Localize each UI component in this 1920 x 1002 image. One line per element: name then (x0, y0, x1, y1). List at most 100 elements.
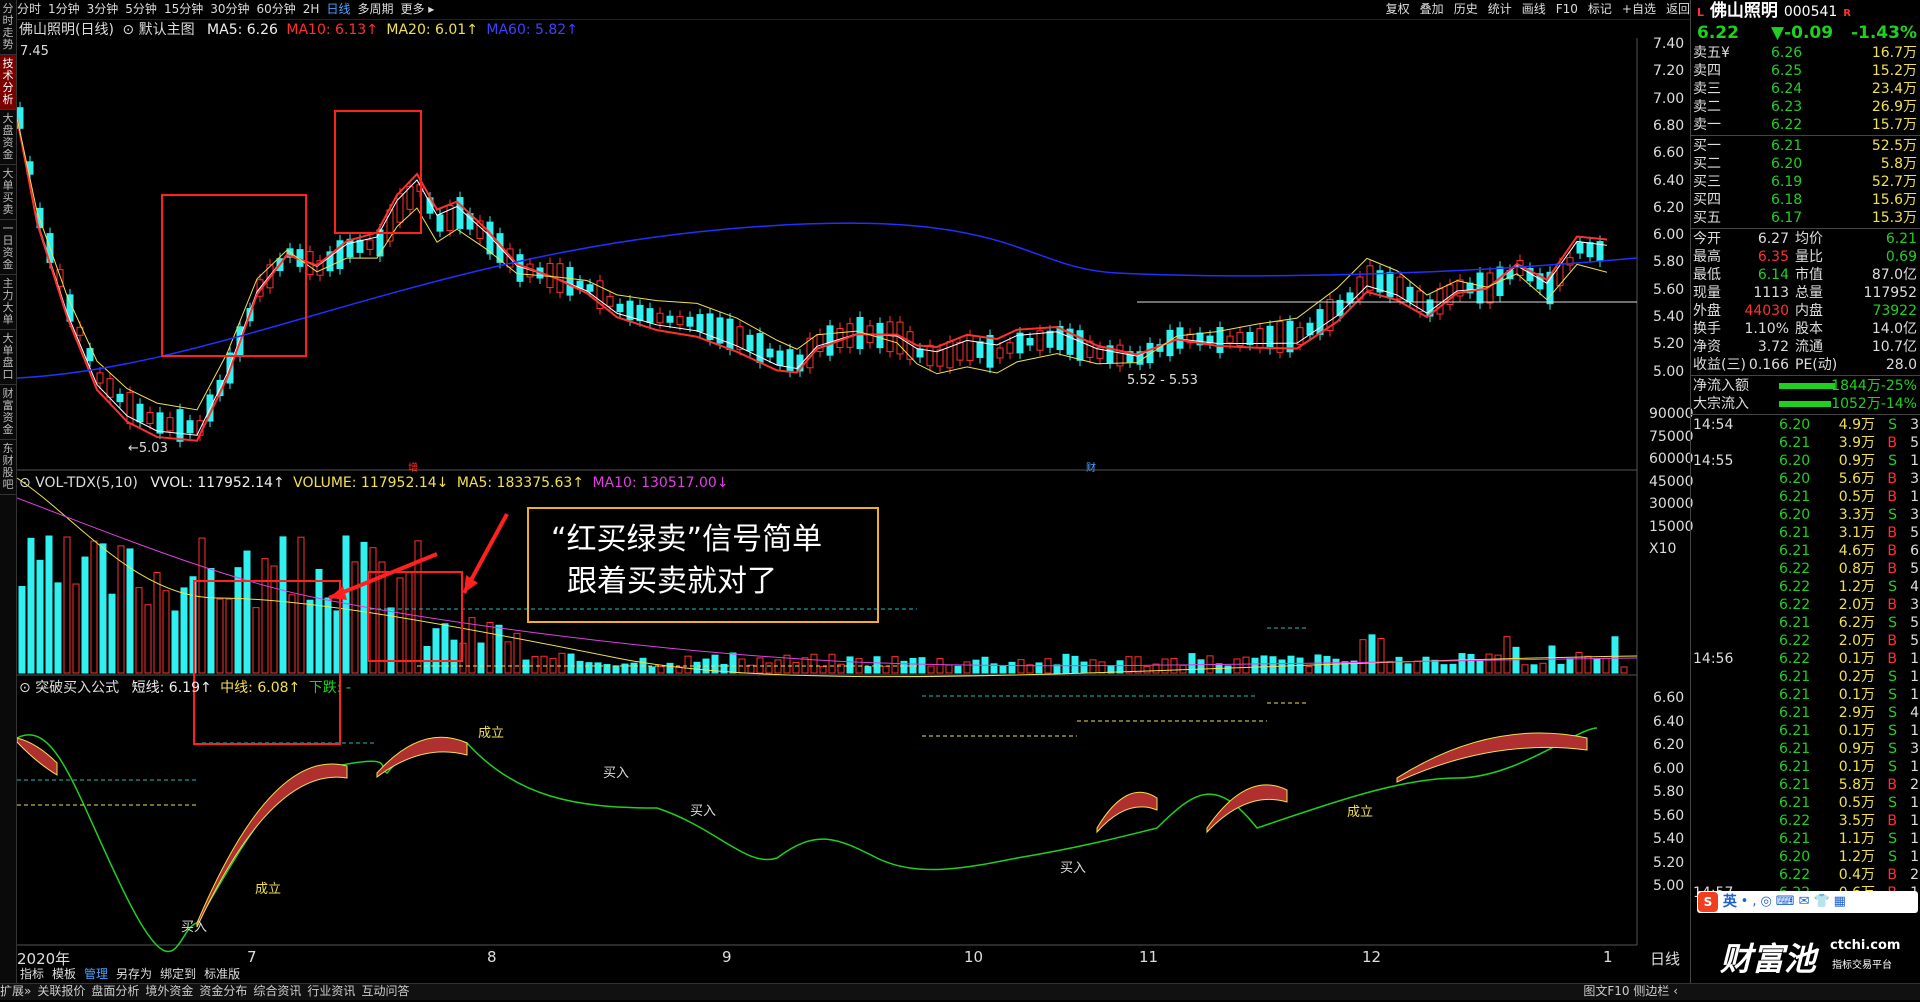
event-mark-zeng[interactable]: 增 (408, 459, 418, 474)
period-tab-7[interactable]: 60分钟 (257, 2, 296, 16)
left-tab-1[interactable]: 分时走势 (0, 0, 16, 55)
toolbar-action-5[interactable]: 画线 (1522, 2, 1546, 16)
tick-side: B (1887, 489, 1897, 505)
buy-level-row[interactable]: 买五 6.17 15.3万 (1691, 209, 1920, 227)
left-tab-3[interactable]: 大盘资金 (0, 110, 16, 165)
volume-legend: ⊙ VOL-TDX(5,10) VVOL: 117952.14↑ VOLUME:… (19, 474, 733, 492)
period-axis-label[interactable]: 日线 (1650, 948, 1680, 969)
candle-body (936, 349, 944, 367)
sell-level-row[interactable]: 卖二 6.23 26.9万 (1691, 98, 1920, 116)
toolbar-action-7[interactable]: 标记 (1588, 2, 1612, 16)
period-tab-8[interactable]: 2H (303, 2, 320, 16)
left-tab-5[interactable]: 一日资金 (0, 220, 16, 275)
buy-level-row[interactable]: 买四 6.18 15.6万 (1691, 191, 1920, 209)
ime-mode-label[interactable]: 英 (1723, 894, 1737, 910)
buy-level-price: 6.19 (1771, 174, 1803, 190)
ime-tools-icon[interactable]: •,◎⌨✉👕▦ (1741, 894, 1850, 909)
toolbar-action-6[interactable]: F10 (1556, 2, 1578, 16)
volume-bar (684, 655, 692, 674)
template-label[interactable]: ⊙ 默认主图 (122, 22, 198, 38)
volume-bar (819, 666, 827, 674)
stat-label: 今开 (1693, 231, 1721, 247)
period-tab-11[interactable]: 更多 ▸ (400, 2, 434, 16)
bottom-link-8[interactable]: 互动问答 (361, 984, 409, 998)
candle-body (646, 308, 654, 323)
tick-volume: 0.9万 (1838, 453, 1875, 469)
sell-level-row[interactable]: 卖四 6.25 15.2万 (1691, 62, 1920, 80)
tick-price: 6.22 (1779, 813, 1811, 829)
sub-tool-3[interactable]: 管理 (84, 967, 108, 981)
sub-tool-2[interactable]: 模板 (52, 967, 76, 981)
toolbar-action-8[interactable]: +自选 (1622, 2, 1656, 16)
tick-count: 3 (1910, 741, 1919, 757)
toolbar-action-1[interactable]: 复权 (1386, 2, 1410, 16)
buy-level-row[interactable]: 买二 6.20 5.8万 (1691, 155, 1920, 173)
sell-level-row[interactable]: 卖三 6.24 23.4万 (1691, 80, 1920, 98)
bottom-link-6[interactable]: 综合资讯 (253, 984, 301, 998)
sub-tool-5[interactable]: 绑定到 (160, 967, 196, 981)
left-tab-8[interactable]: 财富资金 (0, 385, 16, 440)
ime-toolbar[interactable]: S 英 •,◎⌨✉👕▦ (1697, 891, 1918, 913)
axis-tick-label: 45000 (1649, 473, 1694, 490)
sell-level-row[interactable]: 卖一 6.22 15.7万 (1691, 116, 1920, 134)
toolbar-action-2[interactable]: 叠加 (1420, 2, 1444, 16)
bottom-link-2[interactable]: 关联报价 (37, 984, 85, 998)
volume-bar (342, 535, 350, 674)
bottom-link-5[interactable]: 资金分布 (199, 984, 247, 998)
toolbar-action-3[interactable]: 历史 (1454, 2, 1478, 16)
left-tab-9[interactable]: 东财股吧 (0, 440, 16, 495)
sub-tool-4[interactable]: 另存为 (116, 967, 152, 981)
left-vertical-tabbar: 分时走势技术分析大盘资金大单买卖一日资金主力大单大单盘口财富资金东财股吧 (0, 0, 17, 983)
volume-bar (27, 537, 35, 674)
left-tab-2[interactable]: 技术分析 (0, 55, 16, 110)
vol-ma5-value: MA5: 183375.63↑ (456, 475, 584, 491)
bottom-link-4[interactable]: 境外资金 (145, 984, 193, 998)
event-mark-cai[interactable]: 财 (1086, 459, 1096, 474)
sub-tool-6[interactable]: 标准版 (204, 967, 240, 981)
volume-bar (1089, 659, 1097, 674)
period-tab-3[interactable]: 3分钟 (87, 2, 119, 16)
buy-level-row[interactable]: 买三 6.19 52.7万 (1691, 173, 1920, 191)
bottom-right-links[interactable]: 图文F10 侧边栏 ‹ (1583, 984, 1678, 999)
period-tab-4[interactable]: 5分钟 (125, 2, 157, 16)
period-tab-1[interactable]: 分时 (17, 2, 41, 16)
volume-bar (846, 656, 854, 674)
period-tab-2[interactable]: 1分钟 (48, 2, 80, 16)
volume-bar (1521, 664, 1529, 674)
period-tab-6[interactable]: 30分钟 (210, 2, 249, 16)
candle-body (176, 409, 184, 442)
volume-bar (558, 652, 566, 674)
flow-bar (1779, 401, 1831, 407)
buy-level-row[interactable]: 买一 6.21 52.5万 (1691, 137, 1920, 155)
volume-bar (504, 641, 512, 674)
axis-tick-label: 5.60 (1653, 807, 1685, 824)
period-tab-9[interactable]: 日线 (326, 2, 350, 16)
vol-indicator-name[interactable]: ⊙ VOL-TDX(5,10) (19, 475, 142, 491)
tick-row: 6.22 2.0万 B 5 (1691, 632, 1920, 650)
sell-level-row[interactable]: 卖五¥ 6.26 16.7万 (1691, 44, 1920, 62)
left-tab-7[interactable]: 大单盘口 (0, 330, 16, 385)
bottom-link-7[interactable]: 行业资讯 (307, 984, 355, 998)
tick-list[interactable]: 14:54 6.20 4.9万 S 3 6.21 3.9万 B 5 14:55 6.20 0.9万 S 1… (1691, 416, 1920, 902)
tick-side: S (1888, 669, 1897, 685)
watermark-brand: 财富池 (1720, 940, 1817, 978)
bottom-link-3[interactable]: 盘面分析 (91, 984, 139, 998)
sell-level-price: 6.24 (1771, 81, 1803, 97)
period-tab-5[interactable]: 15分钟 (164, 2, 203, 16)
price-change: ▼-0.09 (1771, 23, 1834, 43)
callout-line1: “红买绿卖”信号简单 (551, 522, 823, 557)
period-tab-10[interactable]: 多周期 (357, 2, 393, 16)
stat-label: 总量 (1795, 285, 1823, 301)
bottom-link-1[interactable]: 扩展» (0, 984, 31, 998)
left-tab-6[interactable]: 主力大单 (0, 275, 16, 330)
volume-bar (54, 582, 62, 674)
volume-bar (954, 665, 962, 674)
ime-logo-icon: S (1698, 892, 1718, 912)
left-tab-4[interactable]: 大单买卖 (0, 165, 16, 220)
sub-tool-1[interactable]: 指标 (20, 967, 44, 981)
stat-value: 1.10% (1744, 321, 1789, 337)
indicator-name[interactable]: ⊙ 突破买入公式 (19, 680, 123, 696)
volume-bar (207, 568, 215, 674)
toolbar-action-4[interactable]: 统计 (1488, 2, 1512, 16)
toolbar-action-9[interactable]: 返回 (1666, 2, 1690, 16)
